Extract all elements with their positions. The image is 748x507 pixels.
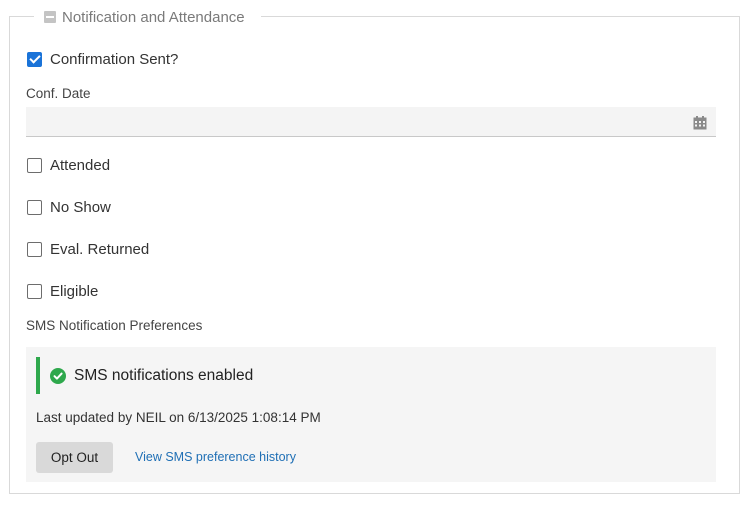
- sms-status-text: SMS notifications enabled: [74, 366, 254, 384]
- attended-checkbox-row[interactable]: Attended: [27, 156, 110, 174]
- opt-out-button[interactable]: Opt Out: [36, 442, 113, 473]
- conf-date-input[interactable]: [26, 107, 716, 137]
- sms-history-link[interactable]: View SMS preference history: [135, 450, 296, 464]
- confirmation-sent-checkbox-row[interactable]: Confirmation Sent?: [27, 50, 178, 68]
- section-title: Notification and Attendance: [62, 8, 245, 26]
- calendar-icon[interactable]: [693, 116, 707, 130]
- no-show-checkbox-row[interactable]: No Show: [27, 198, 111, 216]
- eligible-label: Eligible: [50, 282, 99, 300]
- confirmation-sent-label: Confirmation Sent?: [50, 50, 179, 68]
- conf-date-label: Conf. Date: [26, 86, 91, 101]
- eval-returned-label: Eval. Returned: [50, 240, 150, 258]
- attended-label: Attended: [50, 156, 111, 174]
- eval-returned-checkbox[interactable]: [27, 241, 42, 257]
- eligible-checkbox[interactable]: [27, 283, 42, 299]
- no-show-checkbox[interactable]: [27, 199, 42, 215]
- section-legend[interactable]: Notification and Attendance: [34, 6, 261, 28]
- confirmation-sent-checkbox[interactable]: [27, 51, 42, 67]
- check-circle-icon: [50, 367, 66, 384]
- sms-status-banner: SMS notifications enabled: [36, 357, 253, 394]
- last-updated-text: Last updated by NEIL on 6/13/2025 1:08:1…: [36, 410, 321, 425]
- minus-square-icon[interactable]: [44, 11, 56, 23]
- eligible-checkbox-row[interactable]: Eligible: [27, 282, 98, 300]
- sms-preferences-panel: SMS notifications enabled Last updated b…: [26, 347, 716, 482]
- no-show-label: No Show: [50, 198, 111, 216]
- attended-checkbox[interactable]: [27, 157, 42, 173]
- eval-returned-checkbox-row[interactable]: Eval. Returned: [27, 240, 149, 258]
- sms-preferences-label: SMS Notification Preferences: [26, 318, 203, 333]
